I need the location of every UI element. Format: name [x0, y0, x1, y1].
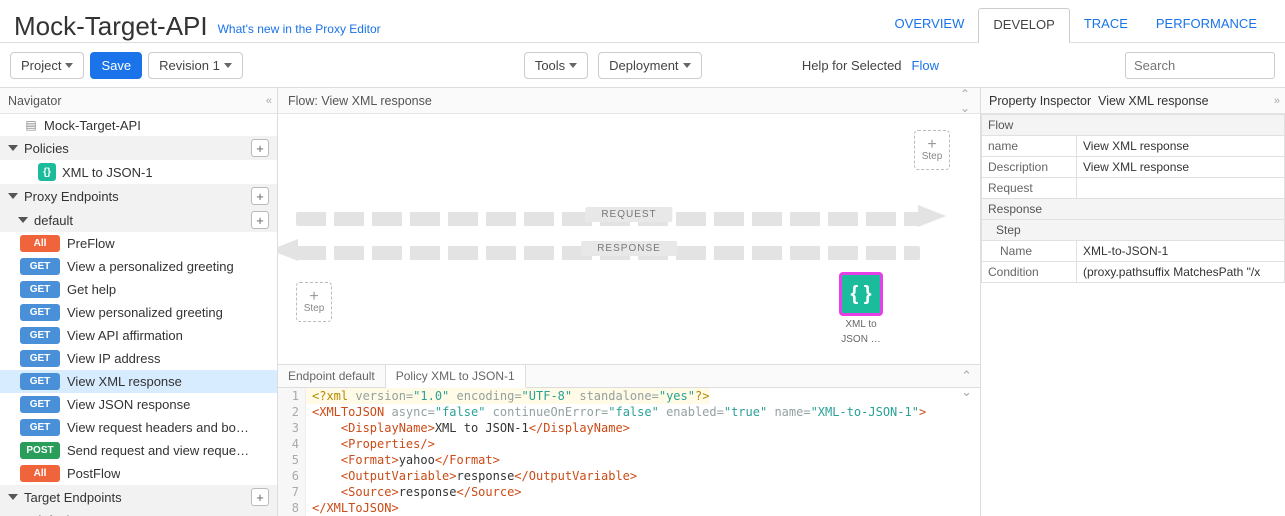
http-method-badge: All	[20, 235, 60, 252]
endpoint-label: Get help	[67, 282, 116, 297]
endpoint-label: View request headers and bo…	[67, 420, 249, 435]
code-editor[interactable]: 1<?xml version="1.0" encoding="UTF-8" st…	[278, 388, 980, 516]
xml-to-json-icon: {}	[38, 163, 56, 181]
navigator-policy-item[interactable]: {} XML to JSON-1	[0, 160, 277, 184]
endpoint-item[interactable]: GET View personalized greeting	[0, 301, 277, 324]
tab-performance[interactable]: PERFORMANCE	[1142, 8, 1271, 42]
add-target-endpoint-button[interactable]: +	[251, 488, 269, 506]
project-dropdown[interactable]: Project	[10, 52, 84, 79]
endpoint-item[interactable]: All PostFlow	[0, 462, 277, 485]
http-method-badge: GET	[20, 373, 60, 390]
prop-name-value[interactable]: View XML response	[1077, 136, 1285, 157]
chevron-down-icon	[65, 63, 73, 68]
chevron-down-icon	[683, 63, 691, 68]
policy-node-xml-to-json[interactable]: { } XML to JSON …	[836, 272, 886, 346]
section-flow: Flow	[982, 115, 1285, 136]
navigator-section-target-endpoints[interactable]: Target Endpoints +	[0, 485, 277, 509]
endpoint-label: View XML response	[67, 374, 182, 389]
endpoint-item[interactable]: GET View API affirmation	[0, 324, 277, 347]
tab-develop[interactable]: DEVELOP	[978, 8, 1069, 43]
save-button[interactable]: Save	[90, 52, 142, 79]
plus-icon: +	[309, 291, 318, 303]
search-input[interactable]	[1125, 52, 1275, 79]
plus-icon: +	[927, 139, 936, 151]
collapse-editor-icon[interactable]: ⌃⌄	[953, 365, 980, 387]
http-method-badge: GET	[20, 258, 60, 275]
add-step-request-button[interactable]: + Step	[914, 130, 950, 170]
add-policy-button[interactable]: +	[251, 139, 269, 157]
chevron-down-icon	[569, 63, 577, 68]
endpoint-item[interactable]: GET View a personalized greeting	[0, 255, 277, 278]
prop-condition-value[interactable]: (proxy.pathsuffix MatchesPath "/x	[1077, 262, 1285, 283]
tools-dropdown[interactable]: Tools	[524, 52, 588, 79]
endpoint-item[interactable]: GET View IP address	[0, 347, 277, 370]
request-lane-label: REQUEST	[585, 207, 672, 222]
xml-to-json-icon: { }	[839, 272, 883, 316]
endpoint-item[interactable]: GET View XML response	[0, 370, 277, 393]
endpoint-label: View a personalized greeting	[67, 259, 234, 274]
add-flow-button[interactable]: +	[251, 211, 269, 229]
navigator-section-proxy-endpoints[interactable]: Proxy Endpoints +	[0, 184, 277, 208]
prop-request-value[interactable]	[1077, 178, 1285, 199]
inspector-title: Property Inspector	[989, 94, 1091, 108]
endpoint-label: View API affirmation	[67, 328, 183, 343]
endpoint-item[interactable]: POST Send request and view reque…	[0, 439, 277, 462]
section-response: Response	[982, 199, 1285, 220]
endpoint-label: View IP address	[67, 351, 160, 366]
http-method-badge: GET	[20, 281, 60, 298]
endpoint-label: View JSON response	[67, 397, 190, 412]
chevron-down-icon	[18, 217, 28, 223]
http-method-badge: GET	[20, 419, 60, 436]
endpoint-item[interactable]: All PreFlow	[0, 232, 277, 255]
flow-canvas: + Step REQUEST RESPONSE + Step { } XML t…	[278, 114, 980, 364]
endpoint-label: PreFlow	[67, 236, 115, 251]
flow-help-link[interactable]: Flow	[912, 58, 939, 73]
response-lane-label: RESPONSE	[581, 241, 677, 256]
http-method-badge: All	[20, 465, 60, 482]
add-proxy-endpoint-button[interactable]: +	[251, 187, 269, 205]
prop-step-name-value[interactable]: XML-to-JSON-1	[1077, 241, 1285, 262]
editor-tab-endpoint[interactable]: Endpoint default	[278, 365, 386, 387]
chevron-down-icon	[8, 193, 18, 199]
collapse-vertical-icon[interactable]: ⌃⌄	[960, 87, 970, 115]
http-method-badge: GET	[20, 350, 60, 367]
endpoint-item[interactable]: GET View request headers and bo…	[0, 416, 277, 439]
revision-dropdown[interactable]: Revision 1	[148, 52, 243, 79]
endpoint-label: PostFlow	[67, 466, 120, 481]
tab-overview[interactable]: OVERVIEW	[881, 8, 979, 42]
chevron-down-icon	[8, 145, 18, 151]
tab-trace[interactable]: TRACE	[1070, 8, 1142, 42]
add-step-response-button[interactable]: + Step	[296, 282, 332, 322]
editor-tab-policy[interactable]: Policy XML to JSON-1	[386, 365, 526, 388]
endpoint-item[interactable]: GET View JSON response	[0, 393, 277, 416]
prop-description-value[interactable]: View XML response	[1077, 157, 1285, 178]
chevron-down-icon	[224, 63, 232, 68]
flow-title: Flow: View XML response	[288, 94, 432, 108]
http-method-badge: POST	[20, 442, 60, 459]
endpoint-label: Send request and view reque…	[67, 443, 249, 458]
endpoint-item[interactable]: GET Get help	[0, 278, 277, 301]
inspector-subtitle: View XML response	[1098, 94, 1208, 108]
endpoint-label: View personalized greeting	[67, 305, 223, 320]
http-method-badge: GET	[20, 304, 60, 321]
navigator-title: Navigator	[8, 94, 62, 108]
expand-right-icon[interactable]: »	[1274, 95, 1277, 107]
http-method-badge: GET	[20, 396, 60, 413]
navigator-proxy-default[interactable]: default +	[0, 208, 277, 232]
chevron-down-icon	[8, 494, 18, 500]
property-table: Flow nameView XML response DescriptionVi…	[981, 114, 1285, 283]
help-label: Help for Selected	[802, 58, 902, 73]
whats-new-link[interactable]: What's new in the Proxy Editor	[218, 22, 381, 36]
navigator-target-default[interactable]: default	[0, 509, 277, 516]
http-method-badge: GET	[20, 327, 60, 344]
file-icon: ▤	[24, 118, 38, 132]
page-title: Mock-Target-API	[14, 11, 208, 42]
collapse-left-icon[interactable]: «	[266, 95, 269, 107]
deployment-dropdown[interactable]: Deployment	[598, 52, 701, 79]
section-step: Step	[982, 220, 1285, 241]
navigator-root[interactable]: ▤ Mock-Target-API	[0, 114, 277, 136]
navigator-section-policies[interactable]: Policies +	[0, 136, 277, 160]
